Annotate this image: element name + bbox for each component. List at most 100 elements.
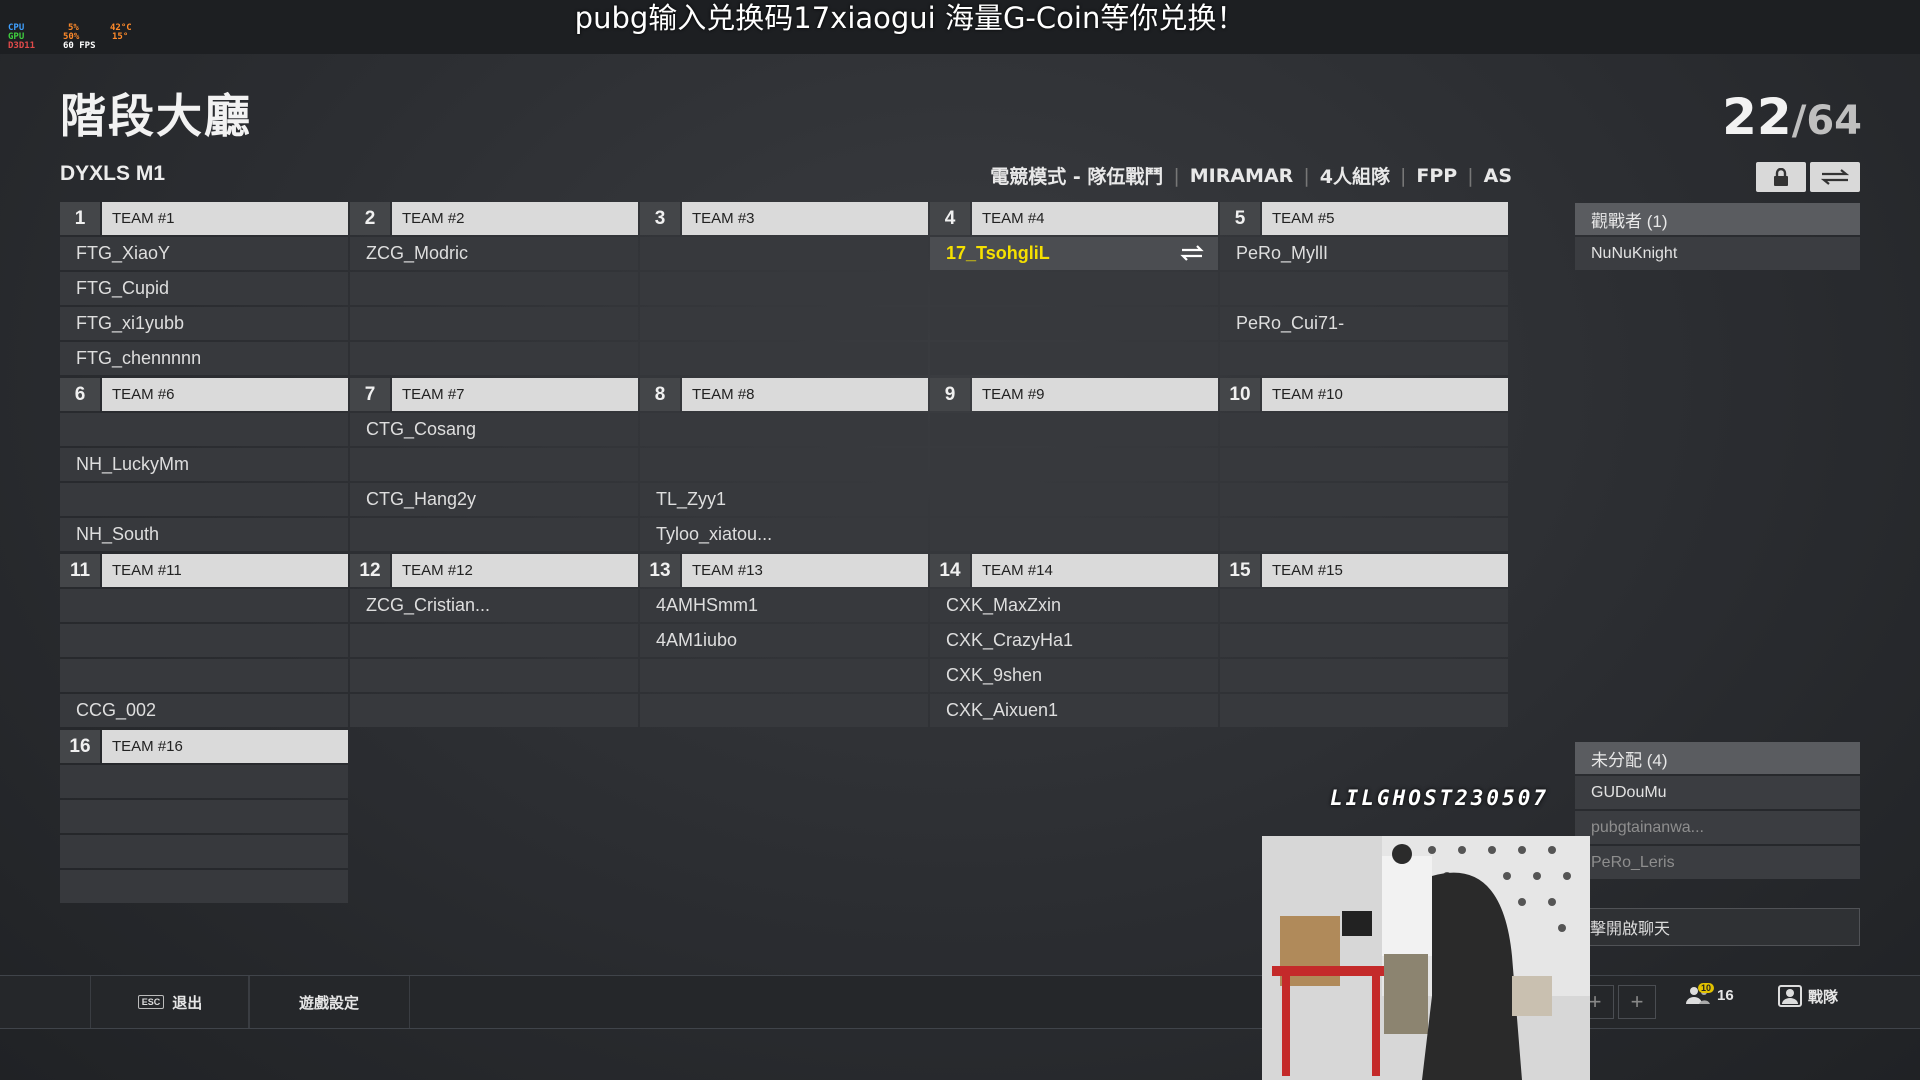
player-slot[interactable] bbox=[60, 870, 348, 903]
swap-icon[interactable] bbox=[1180, 244, 1204, 262]
player-slot[interactable]: CXK_MaxZxin bbox=[930, 589, 1218, 622]
player-slot[interactable] bbox=[930, 483, 1218, 516]
esc-key-hint: ESC bbox=[137, 995, 165, 1009]
player-slot[interactable]: CXK_Aixuen1 bbox=[930, 694, 1218, 727]
unassigned-row[interactable]: pubgtainanwa... bbox=[1575, 811, 1860, 844]
player-slot[interactable]: NH_South bbox=[60, 518, 348, 551]
team-header[interactable]: 16 TEAM #16 bbox=[60, 730, 348, 763]
spectator-row[interactable]: NuNuKnight bbox=[1575, 237, 1860, 270]
player-slot[interactable] bbox=[350, 694, 638, 727]
player-slot[interactable]: CXK_9shen bbox=[930, 659, 1218, 692]
player-slot[interactable] bbox=[1220, 483, 1508, 516]
player-slot[interactable] bbox=[60, 483, 348, 516]
team-header[interactable]: 3 TEAM #3 bbox=[640, 202, 928, 235]
player-slot[interactable] bbox=[60, 659, 348, 692]
team-grid: 1 TEAM #1 FTG_XiaoY FTG_Cupid FTG_xi1yubb… bbox=[60, 202, 1508, 906]
player-slot[interactable]: CTG_Hang2y bbox=[350, 483, 638, 516]
player-slot[interactable] bbox=[640, 272, 928, 305]
player-slot[interactable] bbox=[930, 342, 1218, 375]
player-slot[interactable] bbox=[930, 272, 1218, 305]
player-slot[interactable] bbox=[350, 342, 638, 375]
player-slot[interactable]: FTG_chennnnn bbox=[60, 342, 348, 375]
player-slot[interactable] bbox=[60, 765, 348, 798]
player-slot[interactable] bbox=[1220, 694, 1508, 727]
player-slot[interactable] bbox=[1220, 659, 1508, 692]
add-friend-slot[interactable]: + bbox=[1618, 985, 1656, 1019]
player-slot[interactable] bbox=[930, 307, 1218, 340]
team-header[interactable]: 15 TEAM #15 bbox=[1220, 554, 1508, 587]
player-slot[interactable] bbox=[350, 624, 638, 657]
player-slot[interactable]: FTG_Cupid bbox=[60, 272, 348, 305]
player-slot[interactable] bbox=[1220, 448, 1508, 481]
player-slot[interactable] bbox=[1220, 342, 1508, 375]
player-slot[interactable] bbox=[640, 237, 928, 270]
current-player-slot[interactable]: 17_TsohgliL bbox=[930, 237, 1218, 270]
player-slot[interactable] bbox=[60, 624, 348, 657]
player-slot[interactable] bbox=[60, 413, 348, 446]
lock-icon bbox=[1774, 168, 1788, 186]
player-slot[interactable]: 4AM1iubo bbox=[640, 624, 928, 657]
player-slot[interactable] bbox=[60, 835, 348, 868]
player-slot[interactable] bbox=[640, 342, 928, 375]
team-header[interactable]: 8 TEAM #8 bbox=[640, 378, 928, 411]
team-header[interactable]: 9 TEAM #9 bbox=[930, 378, 1218, 411]
chat-open-prompt[interactable]: 擊開啟聊天 bbox=[1575, 908, 1860, 946]
team-header[interactable]: 1 TEAM #1 bbox=[60, 202, 348, 235]
player-slot[interactable] bbox=[60, 589, 348, 622]
player-slot[interactable]: TL_Zyy1 bbox=[640, 483, 928, 516]
team-header[interactable]: 14 TEAM #14 bbox=[930, 554, 1218, 587]
player-slot[interactable] bbox=[1220, 518, 1508, 551]
player-slot[interactable] bbox=[930, 413, 1218, 446]
team-header[interactable]: 11 TEAM #11 bbox=[60, 554, 348, 587]
player-slot[interactable] bbox=[1220, 413, 1508, 446]
player-slot[interactable] bbox=[350, 518, 638, 551]
player-slot[interactable] bbox=[60, 800, 348, 833]
player-slot[interactable] bbox=[1220, 589, 1508, 622]
player-slot[interactable]: CCG_002 bbox=[60, 694, 348, 727]
player-slot[interactable] bbox=[350, 272, 638, 305]
team-header[interactable]: 13 TEAM #13 bbox=[640, 554, 928, 587]
player-slot[interactable] bbox=[640, 448, 928, 481]
lock-button[interactable] bbox=[1756, 162, 1806, 192]
unassigned-row[interactable]: PeRo_Leris bbox=[1575, 846, 1860, 879]
team-header[interactable]: 6 TEAM #6 bbox=[60, 378, 348, 411]
player-slot[interactable] bbox=[350, 448, 638, 481]
player-slot[interactable] bbox=[930, 448, 1218, 481]
player-slot[interactable]: CXK_CrazyHa1 bbox=[930, 624, 1218, 657]
player-slot[interactable] bbox=[350, 659, 638, 692]
team-name: TEAM #12 bbox=[392, 554, 638, 587]
spectators-header[interactable]: 觀戰者 (1) bbox=[1575, 203, 1860, 235]
unassigned-row[interactable]: GUDouMu bbox=[1575, 776, 1860, 809]
player-slot[interactable]: PeRo_MyllI bbox=[1220, 237, 1508, 270]
unassigned-header[interactable]: 未分配 (4) bbox=[1575, 742, 1860, 774]
player-slot[interactable]: ZCG_Modric bbox=[350, 237, 638, 270]
player-slot[interactable]: CTG_Cosang bbox=[350, 413, 638, 446]
player-slot[interactable]: FTG_XiaoY bbox=[60, 237, 348, 270]
player-slot[interactable] bbox=[640, 694, 928, 727]
player-slot[interactable] bbox=[640, 659, 928, 692]
player-slot[interactable] bbox=[640, 307, 928, 340]
team-header[interactable]: 7 TEAM #7 bbox=[350, 378, 638, 411]
divider: | bbox=[1399, 164, 1407, 187]
player-slot[interactable]: FTG_xi1yubb bbox=[60, 307, 348, 340]
player-slot[interactable] bbox=[640, 413, 928, 446]
team-header[interactable]: 4 TEAM #4 bbox=[930, 202, 1218, 235]
crew-button[interactable]: 戰隊 bbox=[1778, 985, 1838, 1007]
exit-button[interactable]: ESC 退出 bbox=[90, 976, 250, 1028]
player-slot[interactable]: 4AMHSmm1 bbox=[640, 589, 928, 622]
player-slot[interactable] bbox=[1220, 272, 1508, 305]
player-slot[interactable]: NH_LuckyMm bbox=[60, 448, 348, 481]
team-header[interactable]: 2 TEAM #2 bbox=[350, 202, 638, 235]
game-settings-button[interactable]: 遊戲設定 bbox=[248, 976, 410, 1028]
team-header[interactable]: 5 TEAM #5 bbox=[1220, 202, 1508, 235]
player-slot[interactable] bbox=[1220, 624, 1508, 657]
region-label: AS bbox=[1483, 164, 1512, 187]
swap-view-button[interactable] bbox=[1810, 162, 1860, 192]
player-slot[interactable]: Tyloo_xiatou... bbox=[640, 518, 928, 551]
team-header[interactable]: 10 TEAM #10 bbox=[1220, 378, 1508, 411]
player-slot[interactable]: PeRo_Cui71- bbox=[1220, 307, 1508, 340]
player-slot[interactable] bbox=[930, 518, 1218, 551]
player-slot[interactable]: ZCG_Cristian... bbox=[350, 589, 638, 622]
team-header[interactable]: 12 TEAM #12 bbox=[350, 554, 638, 587]
player-slot[interactable] bbox=[350, 307, 638, 340]
